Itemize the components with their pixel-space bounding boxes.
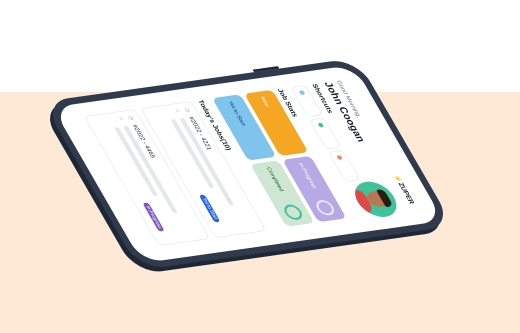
avatar[interactable] (347, 179, 404, 220)
shortcut-dot-icon (298, 90, 306, 96)
job-detail-bar (170, 118, 215, 189)
shortcut-dot-icon (336, 155, 344, 161)
job-detail-bar (114, 126, 159, 197)
phone-device: ⚡ZUPER Good Morning, John Coogan Shortcu… (42, 57, 454, 271)
clock-icon: ◷ (126, 115, 136, 121)
progress-ring-icon (313, 199, 338, 217)
phone-side-button (252, 66, 280, 73)
location-icon: ⌂ (174, 108, 182, 113)
shortcut-dot-icon (317, 122, 325, 128)
phone-screen: ⚡ZUPER Good Morning, John Coogan Shortcu… (52, 64, 444, 264)
job-status-badge: In-Progress (142, 202, 165, 232)
location-icon: ⌂ (117, 116, 126, 121)
shortcut-3[interactable] (327, 149, 361, 183)
job-detail-bar (179, 117, 235, 206)
job-status-badge: Yet to Start (198, 194, 221, 223)
shortcut-2[interactable] (309, 117, 342, 150)
illustration-stage: ⚡ZUPER Good Morning, John Coogan Shortcu… (0, 0, 520, 333)
completed-ring-icon (281, 203, 306, 221)
clock-icon: ◷ (183, 107, 192, 113)
